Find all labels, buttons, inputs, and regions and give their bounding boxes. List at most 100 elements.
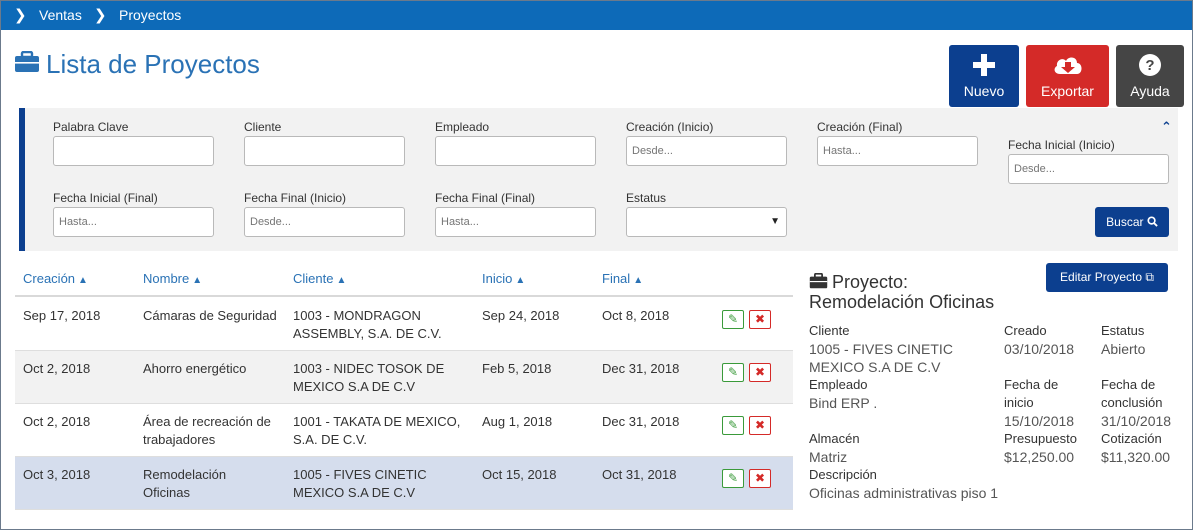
sort-created-header[interactable]: Creación ▲︎ — [23, 271, 88, 286]
detail-title-name: Remodelación Oficinas — [809, 292, 995, 312]
start-date-end-input[interactable] — [53, 207, 214, 237]
delete-icon[interactable]: ✖ — [749, 363, 771, 382]
detail-budget-label: Presupuesto — [1004, 431, 1077, 446]
detail-created-label: Creado — [1004, 323, 1047, 338]
new-button[interactable]: Nuevo — [949, 45, 1019, 107]
sort-icon: ▲︎ — [78, 275, 88, 286]
sort-start-header[interactable]: Inicio ▲︎ — [482, 271, 525, 286]
client-input[interactable] — [244, 136, 405, 166]
filter-panel: Palabra Clave Cliente Empleado Creación … — [19, 108, 1178, 251]
sort-icon: ▲︎ — [633, 275, 644, 286]
created-start-input[interactable] — [626, 136, 787, 166]
cell-end: Oct 8, 2018 — [602, 308, 670, 323]
employee-input[interactable] — [435, 136, 596, 166]
start-date-start-label: Fecha Inicial (Inicio) — [1008, 138, 1115, 152]
header-label: Final — [602, 271, 631, 286]
projects-table-header: Creación ▲︎ Nombre ▲︎ Cliente ▲︎ Inicio ▲︎ F… — [15, 263, 793, 297]
created-end-label: Creación (Final) — [817, 120, 903, 134]
cell-name: Remodelación Oficinas — [143, 467, 227, 500]
end-date-end-label: Fecha Final (Final) — [435, 191, 536, 205]
page-title: Lista de Proyectos — [46, 49, 260, 79]
table-row[interactable]: Oct 2, 2018 Ahorro energético 1003 - NID… — [15, 351, 793, 404]
sort-name-header[interactable]: Nombre ▲︎ — [143, 271, 202, 286]
client-label: Cliente — [244, 120, 282, 134]
sort-client-header[interactable]: Cliente ▲︎ — [293, 271, 346, 286]
cell-end: Dec 31, 2018 — [602, 414, 680, 429]
delete-icon[interactable]: ✖ — [749, 416, 771, 435]
header-label: Nombre — [143, 271, 190, 286]
detail-warehouse-value: Matriz — [809, 449, 848, 465]
cell-created: Oct 2, 2018 — [23, 361, 91, 376]
detail-end-label: Fecha de conclusión — [1101, 377, 1163, 410]
chevron-up-icon[interactable]: ⌃ — [1161, 119, 1172, 135]
detail-warehouse-label: Almacén — [809, 431, 860, 446]
table-row-selected[interactable]: Oct 3, 2018 Remodelación Oficinas 1005 - … — [15, 457, 793, 510]
delete-icon[interactable]: ✖ — [749, 469, 771, 488]
cell-created: Oct 3, 2018 — [23, 467, 91, 482]
breadcrumb-ventas[interactable]: Ventas — [39, 7, 82, 23]
detail-client-label: Cliente — [809, 323, 850, 338]
plus-icon — [973, 54, 995, 76]
detail-title-prefix: Proyecto: — [832, 272, 909, 292]
search-icon — [1147, 216, 1158, 227]
question-icon: ? — [1139, 54, 1161, 76]
chevron-right-icon: ❯ — [94, 7, 107, 24]
end-date-start-input[interactable] — [244, 207, 405, 237]
employee-label: Empleado — [435, 120, 490, 134]
external-edit-icon: ⧉ — [1145, 270, 1154, 284]
detail-created-value: 03/10/2018 — [1004, 341, 1075, 357]
table-row[interactable]: Sep 17, 2018 Cámaras de Seguridad 1003 -… — [15, 298, 793, 351]
help-button-label: Ayuda — [1130, 83, 1170, 99]
cloud-download-icon — [1054, 57, 1081, 74]
detail-status-label: Estatus — [1101, 323, 1145, 338]
cell-start: Sep 24, 2018 — [482, 308, 560, 323]
delete-icon[interactable]: ✖ — [749, 310, 771, 329]
sort-end-header[interactable]: Final ▲︎ — [602, 271, 643, 286]
svg-text:?: ? — [1145, 57, 1154, 74]
breadcrumb-proyectos[interactable]: Proyectos — [119, 7, 181, 23]
detail-employee-value: Bind ERP . — [809, 395, 878, 411]
help-button[interactable]: ? Ayuda — [1116, 45, 1184, 107]
detail-employee-label: Empleado — [809, 377, 868, 392]
table-row[interactable]: Oct 2, 2018 Área de recreación de trabaja… — [15, 404, 793, 457]
edit-icon[interactable]: ✎ — [722, 363, 744, 382]
end-date-start-label: Fecha Final (Inicio) — [244, 191, 347, 205]
caret-down-icon: ▼ — [770, 216, 780, 227]
header-label: Creación — [23, 271, 76, 286]
briefcase-icon — [15, 51, 39, 72]
status-select[interactable]: ▼ — [626, 207, 787, 237]
detail-end-value: 31/10/2018 — [1101, 413, 1172, 429]
edit-icon[interactable]: ✎ — [722, 469, 744, 488]
cell-start: Aug 1, 2018 — [482, 414, 553, 429]
end-date-end-input[interactable] — [435, 207, 596, 237]
created-start-label: Creación (Inicio) — [626, 120, 714, 134]
export-button[interactable]: Exportar — [1026, 45, 1109, 107]
status-label: Estatus — [626, 191, 667, 205]
chevron-right-icon: ❯ — [14, 7, 27, 24]
breadcrumb: ❯ Ventas ❯ Proyectos — [1, 1, 1192, 30]
project-detail-title: Proyecto: Remodelación Oficinas — [809, 272, 994, 312]
edit-icon[interactable]: ✎ — [722, 310, 744, 329]
header-label: Cliente — [293, 271, 334, 286]
detail-quote-value: $11,320.00 — [1101, 449, 1171, 465]
cell-client: 1003 - NIDEC TOSOK DE MEXICO S.A DE C.V — [293, 361, 445, 394]
start-date-start-input[interactable] — [1008, 154, 1169, 184]
edit-icon[interactable]: ✎ — [722, 416, 744, 435]
cell-start: Oct 15, 2018 — [482, 467, 557, 482]
created-end-input[interactable] — [817, 136, 978, 166]
detail-description-value: Oficinas administrativas piso 1 — [809, 485, 999, 501]
cell-name: Cámaras de Seguridad — [143, 308, 277, 323]
export-button-label: Exportar — [1041, 83, 1094, 99]
edit-project-label: Editar Proyecto — [1060, 270, 1143, 284]
cell-client: 1005 - FIVES CINETIC MEXICO S.A DE C.V — [293, 467, 427, 500]
sort-icon: ▲︎ — [515, 275, 526, 286]
app-frame: ❯ Ventas ❯ Proyectos Lista de Proyectos … — [0, 0, 1193, 530]
edit-project-button[interactable]: Editar Proyecto ⧉ — [1046, 263, 1168, 292]
search-button-label: Buscar — [1106, 215, 1144, 229]
keyword-input[interactable] — [53, 136, 214, 166]
search-button[interactable]: Buscar — [1095, 207, 1169, 237]
cell-start: Feb 5, 2018 — [482, 361, 552, 376]
cell-end: Oct 31, 2018 — [602, 467, 677, 482]
cell-created: Oct 2, 2018 — [23, 414, 91, 429]
cell-client: 1003 - MONDRAGON ASSEMBLY, S.A. DE C.V. — [293, 308, 442, 341]
